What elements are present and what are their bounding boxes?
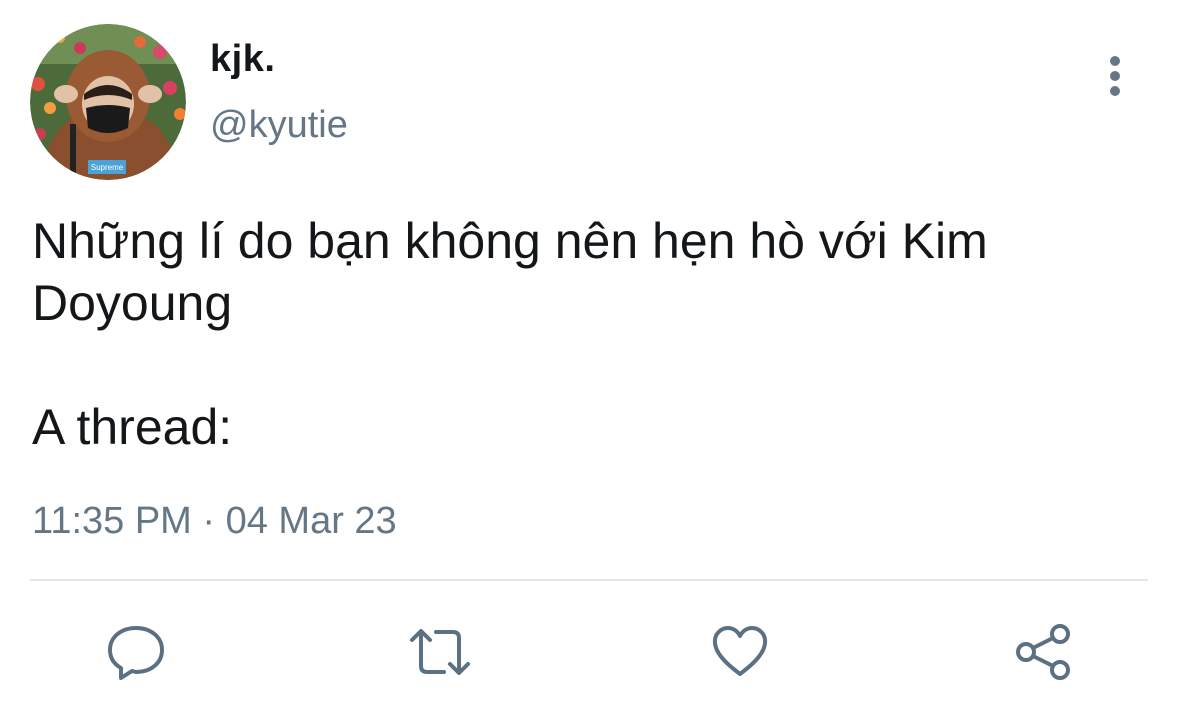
tweet-card: Supreme kjk. @kyutie Những lí do bạn khô… <box>0 0 1179 722</box>
tweet-text-line: Doyoung <box>32 275 233 331</box>
heart-icon <box>712 626 768 676</box>
user-handle[interactable]: @kyutie <box>210 104 348 147</box>
reply-button[interactable] <box>106 622 166 682</box>
retweet-icon <box>410 629 470 675</box>
tweet-timestamp[interactable]: 11:35 PM · 04 Mar 23 <box>32 500 397 543</box>
like-button[interactable] <box>710 622 770 682</box>
share-icon <box>1016 624 1070 680</box>
tweet-text: Những lí do bạn không nên hẹn hò với Kim… <box>32 210 1132 458</box>
avatar-badge-text: Supreme <box>91 163 124 172</box>
reply-icon <box>108 626 164 680</box>
tweet-text-line: Những lí do bạn không nên hẹn hò với Kim <box>32 213 988 269</box>
avatar[interactable]: Supreme <box>30 24 186 180</box>
divider <box>30 579 1148 581</box>
tweet-text-line: A thread: <box>32 399 233 455</box>
display-name[interactable]: kjk. <box>210 38 275 81</box>
more-icon-dot <box>1110 56 1120 66</box>
more-icon-dot <box>1110 71 1120 81</box>
more-icon-dot <box>1110 86 1120 96</box>
retweet-button[interactable] <box>408 622 470 682</box>
more-options-button[interactable] <box>1096 52 1134 98</box>
share-button[interactable] <box>1012 622 1072 682</box>
